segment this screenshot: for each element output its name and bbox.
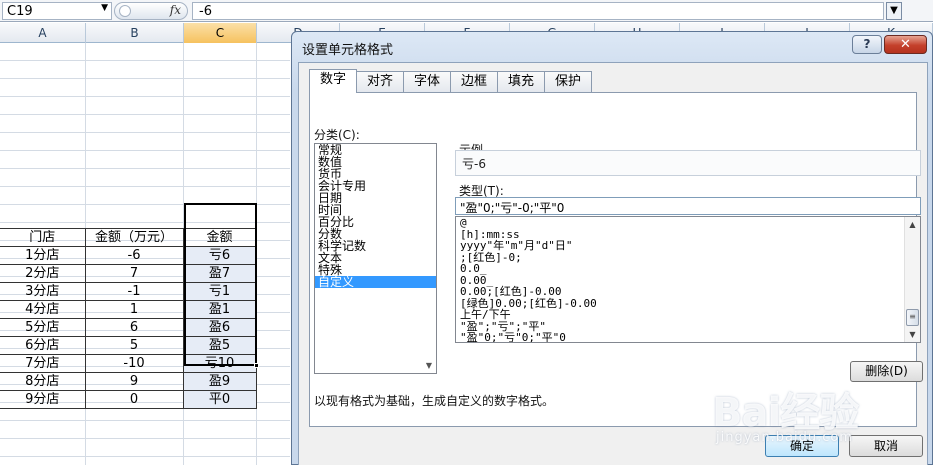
dialog-body: 数字 对齐 字体 边框 填充 保护 分类(C): 常规 数值 货币 会计专用 日期 时间 百分比 分数科… bbox=[298, 62, 928, 465]
help-button[interactable]: ? bbox=[852, 35, 882, 54]
table-row: 4分店 1 盈1 bbox=[0, 300, 257, 319]
dialog-title: 设置单元格格式 bbox=[302, 43, 394, 58]
header-cell[interactable]: 金额（万元） bbox=[84, 228, 184, 247]
expand-formula-bar-icon[interactable]: ▼ bbox=[886, 2, 902, 20]
table-cell[interactable]: 7分店 bbox=[0, 354, 86, 373]
scroll-down-icon[interactable]: ▼ bbox=[422, 359, 436, 373]
format-code-item[interactable]: yyyy"年"m"月"d"日" bbox=[456, 240, 920, 252]
scroll-thumb[interactable]: ≡ bbox=[906, 309, 919, 326]
table-cell[interactable]: 1分店 bbox=[0, 246, 86, 265]
table-cell[interactable]: 1 bbox=[84, 300, 184, 319]
format-list-scrollbar[interactable]: ▲ ≡ ▼ bbox=[904, 217, 920, 342]
header-cell[interactable]: 门店 bbox=[0, 228, 86, 247]
tab-0[interactable]: 数字 bbox=[309, 69, 357, 93]
formula-bar: C19 ▼ fx -6 ▼ bbox=[0, 0, 933, 22]
table-row: 5分店 6 盈6 bbox=[0, 318, 257, 337]
format-code-item[interactable]: ;[红色]-0; bbox=[456, 251, 920, 264]
column-header-b[interactable]: B bbox=[86, 23, 184, 43]
sample-box: 亏-6 bbox=[455, 150, 921, 176]
table-cell[interactable]: 亏1 bbox=[182, 282, 257, 301]
scroll-up-icon[interactable]: ▲ bbox=[905, 217, 920, 232]
format-code-list[interactable]: @ [h]:mm:ss yyyy"年"m"月"d"日" ;[红色]-0; 0.0_ 0.0… bbox=[455, 216, 921, 343]
table-cell[interactable]: 盈9 bbox=[182, 372, 257, 391]
table-cell[interactable]: 8分店 bbox=[0, 372, 86, 391]
table-row: 8分店 9 盈9 bbox=[0, 372, 257, 391]
table-cell[interactable]: 7 bbox=[84, 264, 184, 283]
ok-button[interactable]: 确定 bbox=[765, 435, 839, 457]
table-row: 9分店 0 平0 bbox=[0, 390, 257, 409]
formula-controls: fx bbox=[114, 2, 188, 20]
column-header-c[interactable]: C bbox=[184, 23, 257, 43]
format-code-item[interactable]: 0.00;[红色]-0.00 bbox=[456, 286, 920, 298]
tab-4[interactable]: 填充 bbox=[497, 71, 545, 92]
tab-2[interactable]: 字体 bbox=[403, 71, 451, 92]
table-row: 7分店 -10 亏10 bbox=[0, 354, 257, 373]
table-cell[interactable]: 亏6 bbox=[182, 246, 257, 265]
hint-text: 以现有格式为基础，生成自定义的数字格式。 bbox=[314, 394, 555, 408]
close-button[interactable]: ✕ bbox=[884, 35, 927, 54]
insert-function-icon[interactable]: fx bbox=[170, 3, 181, 17]
fill-handle[interactable] bbox=[254, 363, 259, 368]
format-code-item[interactable]: [绿色]0.00;[红色]-0.00 bbox=[456, 297, 920, 310]
column-header-a[interactable]: A bbox=[0, 23, 86, 43]
table-cell[interactable]: 平0 bbox=[182, 390, 257, 409]
table-cell[interactable]: 5分店 bbox=[0, 318, 86, 337]
table-cell[interactable]: 0 bbox=[84, 390, 184, 409]
worksheet-grid[interactable]: 门店 金额（万元） 金额 1分店 -6 亏6 2分店 7 盈7 3分店 -1 亏1 4分店 1 盈1 5分店 6… bbox=[0, 43, 290, 465]
format-code-item[interactable]: 上午/下午 bbox=[456, 309, 920, 321]
formula-input[interactable]: -6 bbox=[192, 2, 884, 20]
table-cell[interactable]: 9 bbox=[84, 372, 184, 391]
table-cell[interactable]: 2分店 bbox=[0, 264, 86, 283]
table-row: 1分店 -6 亏6 bbox=[0, 246, 257, 265]
name-box[interactable]: C19 ▼ bbox=[2, 2, 112, 20]
tab-panel-number: 分类(C): 常规 数值 货币 会计专用 日期 时间 百分比 分数 科学记数 文本 特殊 自定义 ▼ … bbox=[309, 92, 923, 427]
header-cell[interactable]: 金额 bbox=[182, 228, 257, 247]
type-input[interactable]: "盈"0;"亏"-0;"平"0 bbox=[455, 197, 921, 215]
category-list[interactable]: 常规 数值 货币 会计专用 日期 时间 百分比 分数 科学记数 文本 特殊 自定义 ▼ bbox=[314, 143, 437, 374]
table-cell[interactable]: 亏10 bbox=[182, 354, 257, 373]
category-item[interactable]: 自定义 bbox=[315, 276, 436, 288]
table-cell[interactable]: 5 bbox=[84, 336, 184, 355]
delete-button[interactable]: 删除(D) bbox=[850, 361, 923, 382]
data-table: 门店 金额（万元） 金额 1分店 -6 亏6 2分店 7 盈7 3分店 -1 亏1 4分店 1 盈1 5分店 6… bbox=[0, 228, 257, 409]
format-cells-dialog: 设置单元格格式 ? ✕ 数字 对齐 字体 边框 填充 保护 分类(C): 常规 数值 货币 会计… bbox=[291, 31, 933, 465]
table-row: 2分店 7 盈7 bbox=[0, 264, 257, 283]
table-cell[interactable]: -6 bbox=[84, 246, 184, 265]
category-label: 分类(C): bbox=[314, 128, 360, 142]
table-row: 3分店 -1 亏1 bbox=[0, 282, 257, 301]
table-header-row: 门店 金额（万元） 金额 bbox=[0, 228, 257, 247]
table-cell[interactable]: 盈5 bbox=[182, 336, 257, 355]
cancel-button[interactable]: 取消 bbox=[849, 435, 923, 457]
format-code-item[interactable]: @ bbox=[456, 217, 920, 229]
circle-icon bbox=[119, 5, 131, 17]
sample-value: 亏-6 bbox=[462, 157, 486, 171]
format-code-item[interactable]: 0.0_ bbox=[456, 263, 920, 275]
table-cell[interactable]: 6分店 bbox=[0, 336, 86, 355]
table-cell[interactable]: 4分店 bbox=[0, 300, 86, 319]
table-cell[interactable]: 盈1 bbox=[182, 300, 257, 319]
table-cell[interactable]: -1 bbox=[84, 282, 184, 301]
table-cell[interactable]: 盈7 bbox=[182, 264, 257, 283]
name-box-value: C19 bbox=[7, 4, 33, 19]
table-cell[interactable]: 6 bbox=[84, 318, 184, 337]
tab-1[interactable]: 对齐 bbox=[356, 71, 404, 92]
table-cell[interactable]: 盈6 bbox=[182, 318, 257, 337]
table-row: 6分店 5 盈5 bbox=[0, 336, 257, 355]
table-cell[interactable]: 3分店 bbox=[0, 282, 86, 301]
scroll-down-icon[interactable]: ▼ bbox=[905, 327, 920, 342]
chevron-down-icon[interactable]: ▼ bbox=[101, 3, 108, 13]
tab-5[interactable]: 保护 bbox=[544, 71, 592, 92]
table-cell[interactable]: -10 bbox=[84, 354, 184, 373]
table-cell[interactable]: 9分店 bbox=[0, 390, 86, 409]
tab-3[interactable]: 边框 bbox=[450, 71, 498, 92]
format-code-item[interactable]: "盈"0;"亏"0;"平"0 bbox=[456, 332, 920, 342]
